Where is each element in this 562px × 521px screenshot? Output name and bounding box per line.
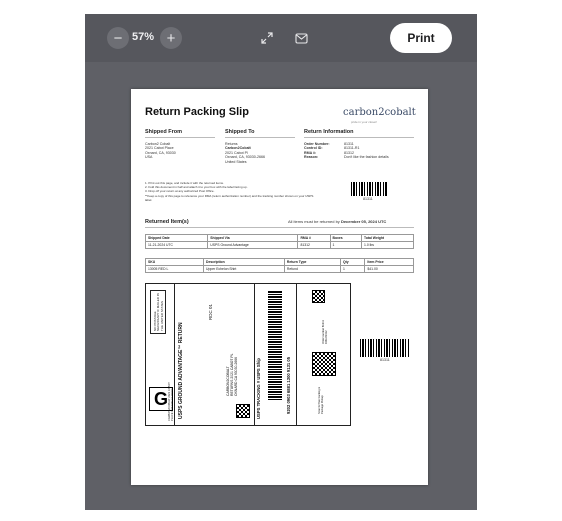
- keep-copy-note: **Keep a copy of this page to reference …: [145, 194, 314, 203]
- divider: [145, 137, 215, 138]
- viewer-toolbar: − 57% + Print: [85, 14, 477, 62]
- zoom-level: 57%: [132, 31, 155, 43]
- print-button[interactable]: Print: [390, 23, 452, 53]
- expand-button[interactable]: [256, 27, 278, 49]
- table-header-row: SKU Description Return Type Qty Item Price: [144, 258, 414, 266]
- tracking-number: 9202 0903 6881 1300 9131 05: [286, 356, 291, 414]
- side-barcode-number: 81311: [380, 358, 390, 362]
- return-info-heading: Return Information: [304, 129, 354, 135]
- divider: [304, 137, 414, 138]
- zoom-in-button[interactable]: +: [160, 27, 182, 49]
- document-page: Return Packing Slip carbon2cobalt pride …: [131, 89, 428, 485]
- scan-text: Scan for free tracking & Package Pickup: [318, 386, 324, 414]
- shipped-from-address: Carbon2 Cobalt 2021 Cabot Place Oxnard, …: [145, 142, 176, 160]
- label-qr-code: [236, 404, 250, 418]
- service-name: USPS GROUND ADVANTAGE™ RETURN: [178, 322, 184, 419]
- shipped-to-heading: Shipped To: [225, 129, 255, 135]
- divider: [225, 137, 295, 138]
- side-barcode: [360, 339, 410, 357]
- order-barcode: [351, 182, 387, 196]
- items-table: SKU Description Return Type Qty Item Price 1…: [144, 258, 414, 273]
- divider: [296, 284, 297, 425]
- divider: [174, 284, 175, 425]
- pickup-qr-code: [312, 352, 336, 376]
- order-barcode-number: 81311: [363, 197, 373, 201]
- shipment-table: Shipped Date Shipped Via RMA # Boxes Total W…: [144, 234, 414, 249]
- zoom-out-button[interactable]: −: [107, 27, 129, 49]
- return-info-values: 81311 81311-R1 81312 Don't like the fash…: [344, 142, 389, 160]
- sender-address: CARBON2COBALT 2021 CABOT PLACE OXNARD CA…: [168, 382, 174, 421]
- returned-items-heading: Returned Item(s): [145, 219, 189, 225]
- shipped-to-address: Returns Carbon2Cobalt 2021 Cabot Pl Oxna…: [225, 142, 265, 164]
- instructions: 1. Print out this page, and include it w…: [145, 181, 314, 203]
- return-info-labels: Order Number: Control ID: RMA #: Reason:: [304, 142, 330, 160]
- mail-icon: [294, 32, 308, 44]
- shipped-from-heading: Shipped From: [145, 129, 182, 135]
- label-qr-code: [312, 290, 325, 303]
- page-title: Return Packing Slip: [145, 106, 249, 118]
- tracking-title: USPS TRACKING # USPS Ship: [256, 358, 261, 419]
- email-button[interactable]: [290, 27, 312, 49]
- divider: [145, 227, 414, 228]
- brand-logo: carbon2cobalt: [343, 107, 416, 118]
- shipping-label: NO POSTAGE NECESSARY IF MAILED IN THE UN…: [145, 283, 351, 426]
- route-code: RDC 01: [208, 303, 213, 320]
- table-row: 13005 RED L Upper Echelon Shirt Refund 1 $41…: [144, 265, 414, 273]
- postage-box: NO POSTAGE NECESSARY IF MAILED IN THE UN…: [150, 290, 166, 334]
- table-row: 11-21-2024 UTC USPS Ground Advantage 81312…: [144, 241, 414, 249]
- divider: [254, 284, 255, 425]
- plus-icon: +: [166, 29, 176, 47]
- brand-tagline: pride in your closet!: [351, 120, 378, 124]
- minus-icon: −: [113, 29, 123, 47]
- recipient-address: CARBON2COBALT RETURNS 2021 CABOT PL OXNA…: [226, 353, 238, 396]
- tracking-barcode: [268, 290, 282, 400]
- expand-icon: [261, 32, 273, 44]
- label-side-text: Order number 81311 RMA 81312: [322, 320, 328, 344]
- table-header-row: Shipped Date Shipped Via RMA # Boxes Total W…: [144, 234, 414, 242]
- return-deadline: All items must be returned by December 0…: [288, 219, 387, 224]
